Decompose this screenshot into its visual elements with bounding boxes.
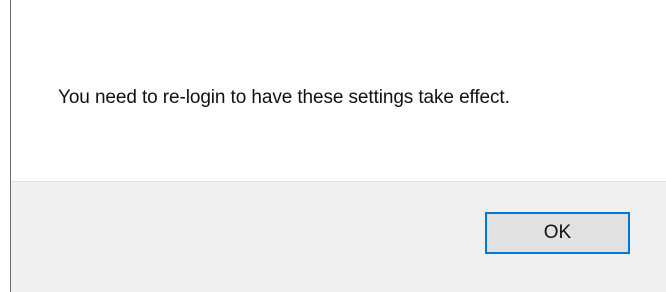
dialog-message: You need to re-login to have these setti…	[58, 87, 510, 108]
message-dialog: You need to re-login to have these setti…	[0, 0, 666, 292]
dialog-content: You need to re-login to have these setti…	[11, 0, 666, 181]
dialog-footer: OK	[11, 181, 666, 292]
ok-button[interactable]: OK	[485, 212, 630, 254]
